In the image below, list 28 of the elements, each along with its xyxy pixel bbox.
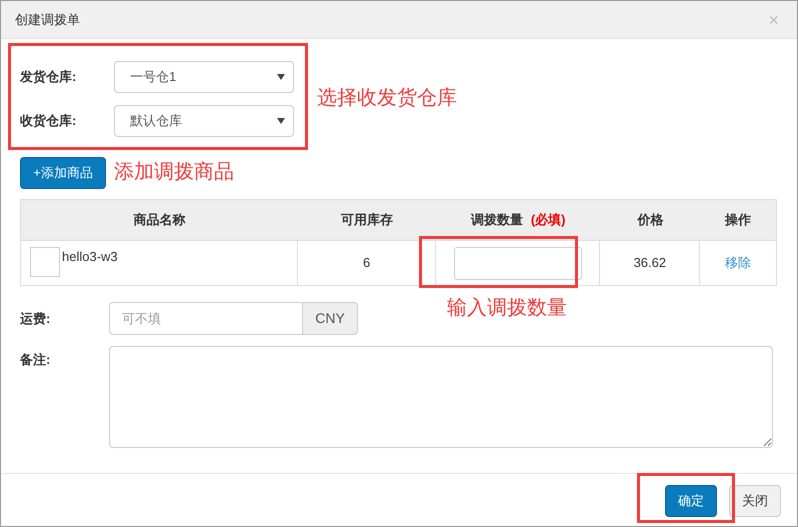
caret-icon: [277, 118, 285, 124]
column-header: 操作: [724, 211, 752, 230]
quantity-input[interactable]: [454, 246, 582, 280]
annotation-text: 输入调拨数量: [447, 296, 567, 321]
confirm-button[interactable]: 确定: [665, 485, 717, 517]
caret-icon: [277, 74, 285, 80]
currency-addon: CNY: [303, 302, 358, 335]
field-label: 运费:: [20, 310, 52, 328]
select-dropdown[interactable]: 一号仓1: [114, 61, 294, 93]
column-header: 可用库存: [340, 211, 394, 230]
select-dropdown[interactable]: 默认仓库: [114, 105, 294, 137]
add-product-button[interactable]: +添加商品: [20, 157, 106, 189]
table-cell-text: 36.62: [634, 254, 666, 272]
annotation-text: 添加调拨商品: [114, 160, 234, 185]
table-cell-text: hello3-w3: [62, 248, 118, 266]
close-dialog-button[interactable]: 关闭: [729, 485, 781, 517]
column-header: 价格: [636, 211, 664, 230]
field-label: 备注:: [20, 351, 52, 369]
remove-link[interactable]: 移除: [725, 253, 752, 273]
product-thumbnail: [30, 247, 60, 277]
freight-input[interactable]: 可不填: [109, 302, 303, 335]
field-label: 发货仓库:: [20, 68, 78, 86]
column-header: 商品名称: [132, 211, 187, 230]
column-header: 调拨数量 (必填): [470, 211, 567, 230]
table-cell-text: 6: [362, 254, 370, 272]
dialog-title: 创建调拨单: [15, 10, 80, 29]
annotation-text: 选择收发货仓库: [317, 86, 457, 111]
field-label: 收货仓库:: [20, 112, 78, 130]
